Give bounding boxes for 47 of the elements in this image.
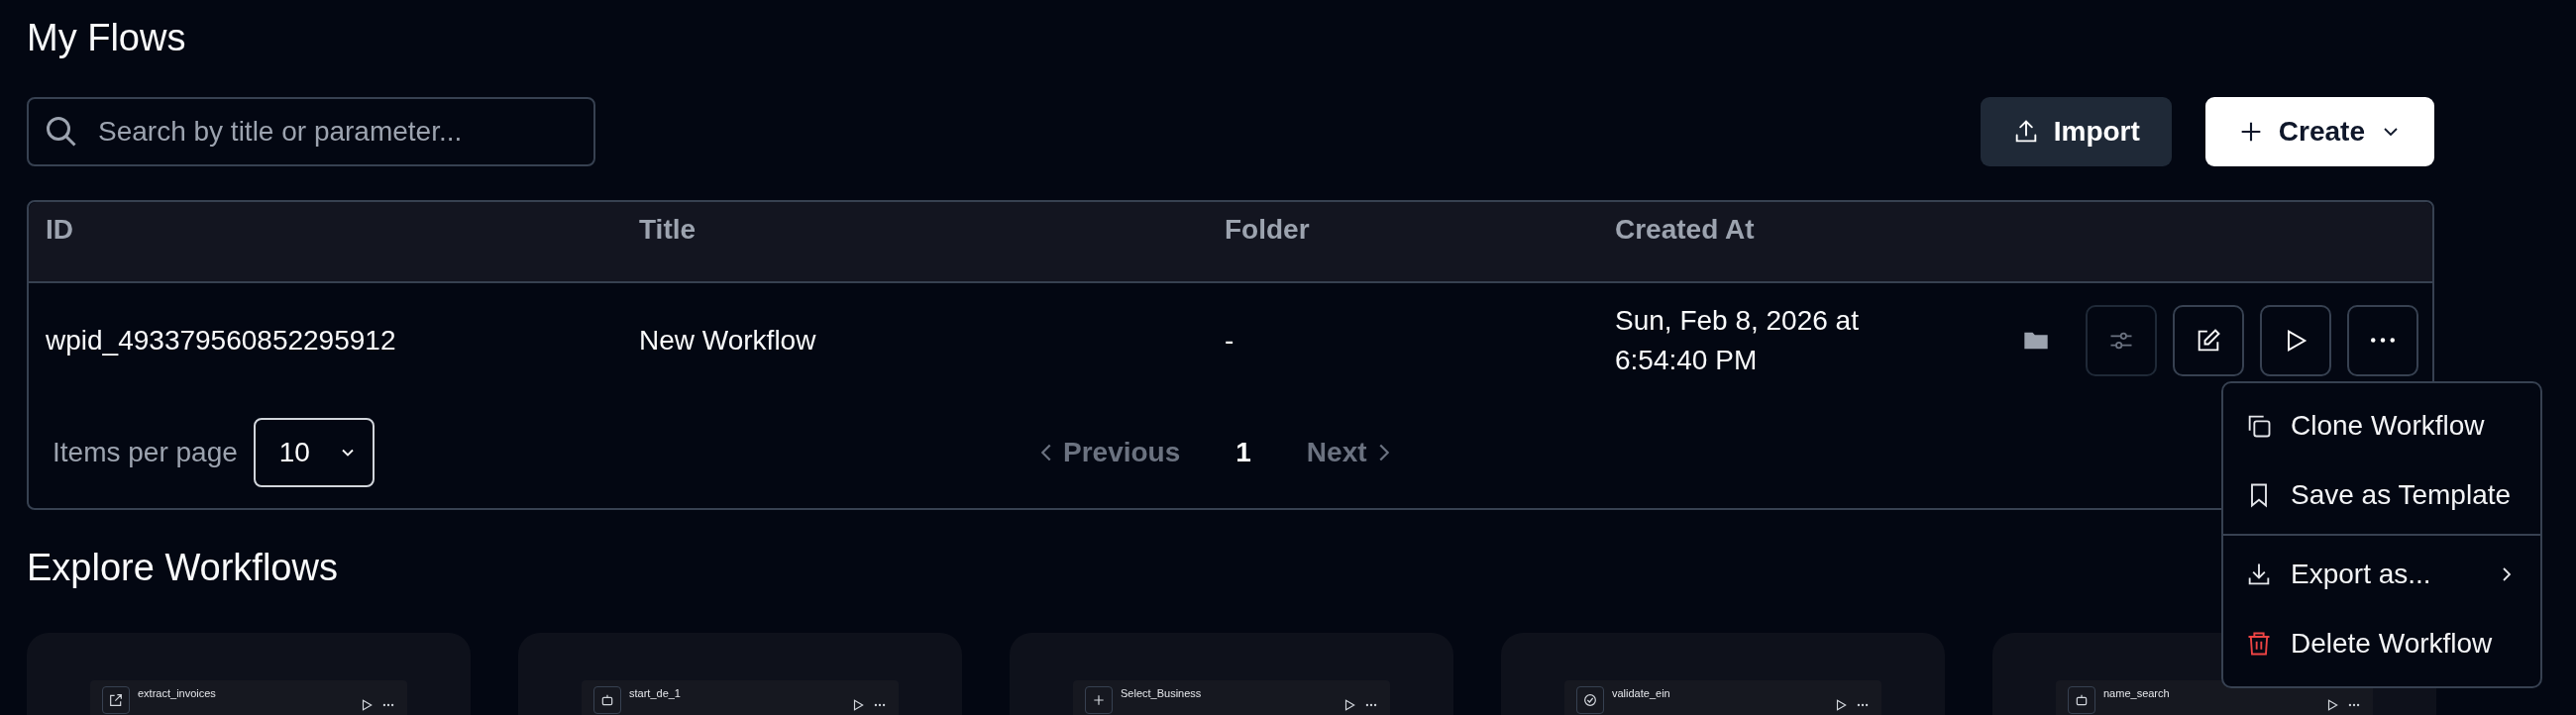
workflow-card[interactable]: Select_Business	[1010, 633, 1453, 715]
create-button[interactable]: Create	[2204, 97, 2434, 166]
edit-button[interactable]	[2173, 304, 2244, 376]
play-icon	[360, 698, 374, 712]
node-label: Select_Business	[1121, 686, 1203, 700]
search-field[interactable]: Search by title or parameter...	[27, 97, 595, 166]
page-title: My Flows	[27, 16, 187, 60]
chevron-left-icon	[1041, 444, 1051, 461]
column-header: Created At	[1615, 214, 1756, 246]
workflow-card[interactable]: start_de_1	[518, 633, 962, 715]
play-icon	[1342, 698, 1356, 712]
node-label: validate_ein	[1612, 686, 1671, 700]
node-label: name_search	[2103, 686, 2171, 700]
play-icon	[2325, 698, 2339, 712]
node-icon	[2068, 686, 2095, 714]
next-button[interactable]: Next	[1294, 427, 1401, 478]
search-icon	[47, 117, 76, 147]
workflow-card[interactable]: extract_invoices	[27, 633, 471, 715]
column-header: Title	[639, 214, 698, 246]
more-icon	[2371, 338, 2395, 343]
table-cell-text: Sun, Feb 8, 2026 at 6:54:40 PM	[1615, 303, 1860, 377]
menu-item[interactable]: Clone Workflow	[2233, 391, 2530, 460]
column-header: Folder	[1225, 214, 1311, 246]
chevron-right-icon	[1378, 444, 1389, 461]
previous-button[interactable]: Previous	[1029, 427, 1193, 478]
play-icon	[851, 698, 865, 712]
sliders-button[interactable]	[2086, 304, 2157, 376]
section-title: Explore Workflows	[27, 546, 338, 590]
column-header: ID	[46, 214, 74, 246]
table-cell-text: wpid_493379560852295912	[46, 324, 397, 357]
items-per-page-select[interactable]: 10	[253, 418, 375, 487]
page-button[interactable]: 1	[1222, 427, 1265, 478]
menu-item[interactable]: Save as Template	[2233, 460, 2530, 530]
node-icon	[102, 686, 130, 714]
run-button[interactable]	[2260, 304, 2331, 376]
table-cell-text: -	[1225, 324, 1235, 357]
node-label: extract_invoices	[138, 686, 217, 700]
node-label: start_de_1	[629, 686, 682, 700]
play-icon	[1834, 698, 1848, 712]
import-button[interactable]: Import	[1980, 97, 2172, 166]
node-icon	[1085, 686, 1113, 714]
items-per-page-label: Items per page	[53, 437, 238, 468]
table-cell-text: New Workflow	[639, 324, 817, 357]
menu-item[interactable]: Export as...	[2233, 540, 2530, 609]
node-icon	[593, 686, 621, 714]
node-icon	[1576, 686, 1604, 714]
workflow-card[interactable]: validate_ein	[1501, 633, 1945, 715]
